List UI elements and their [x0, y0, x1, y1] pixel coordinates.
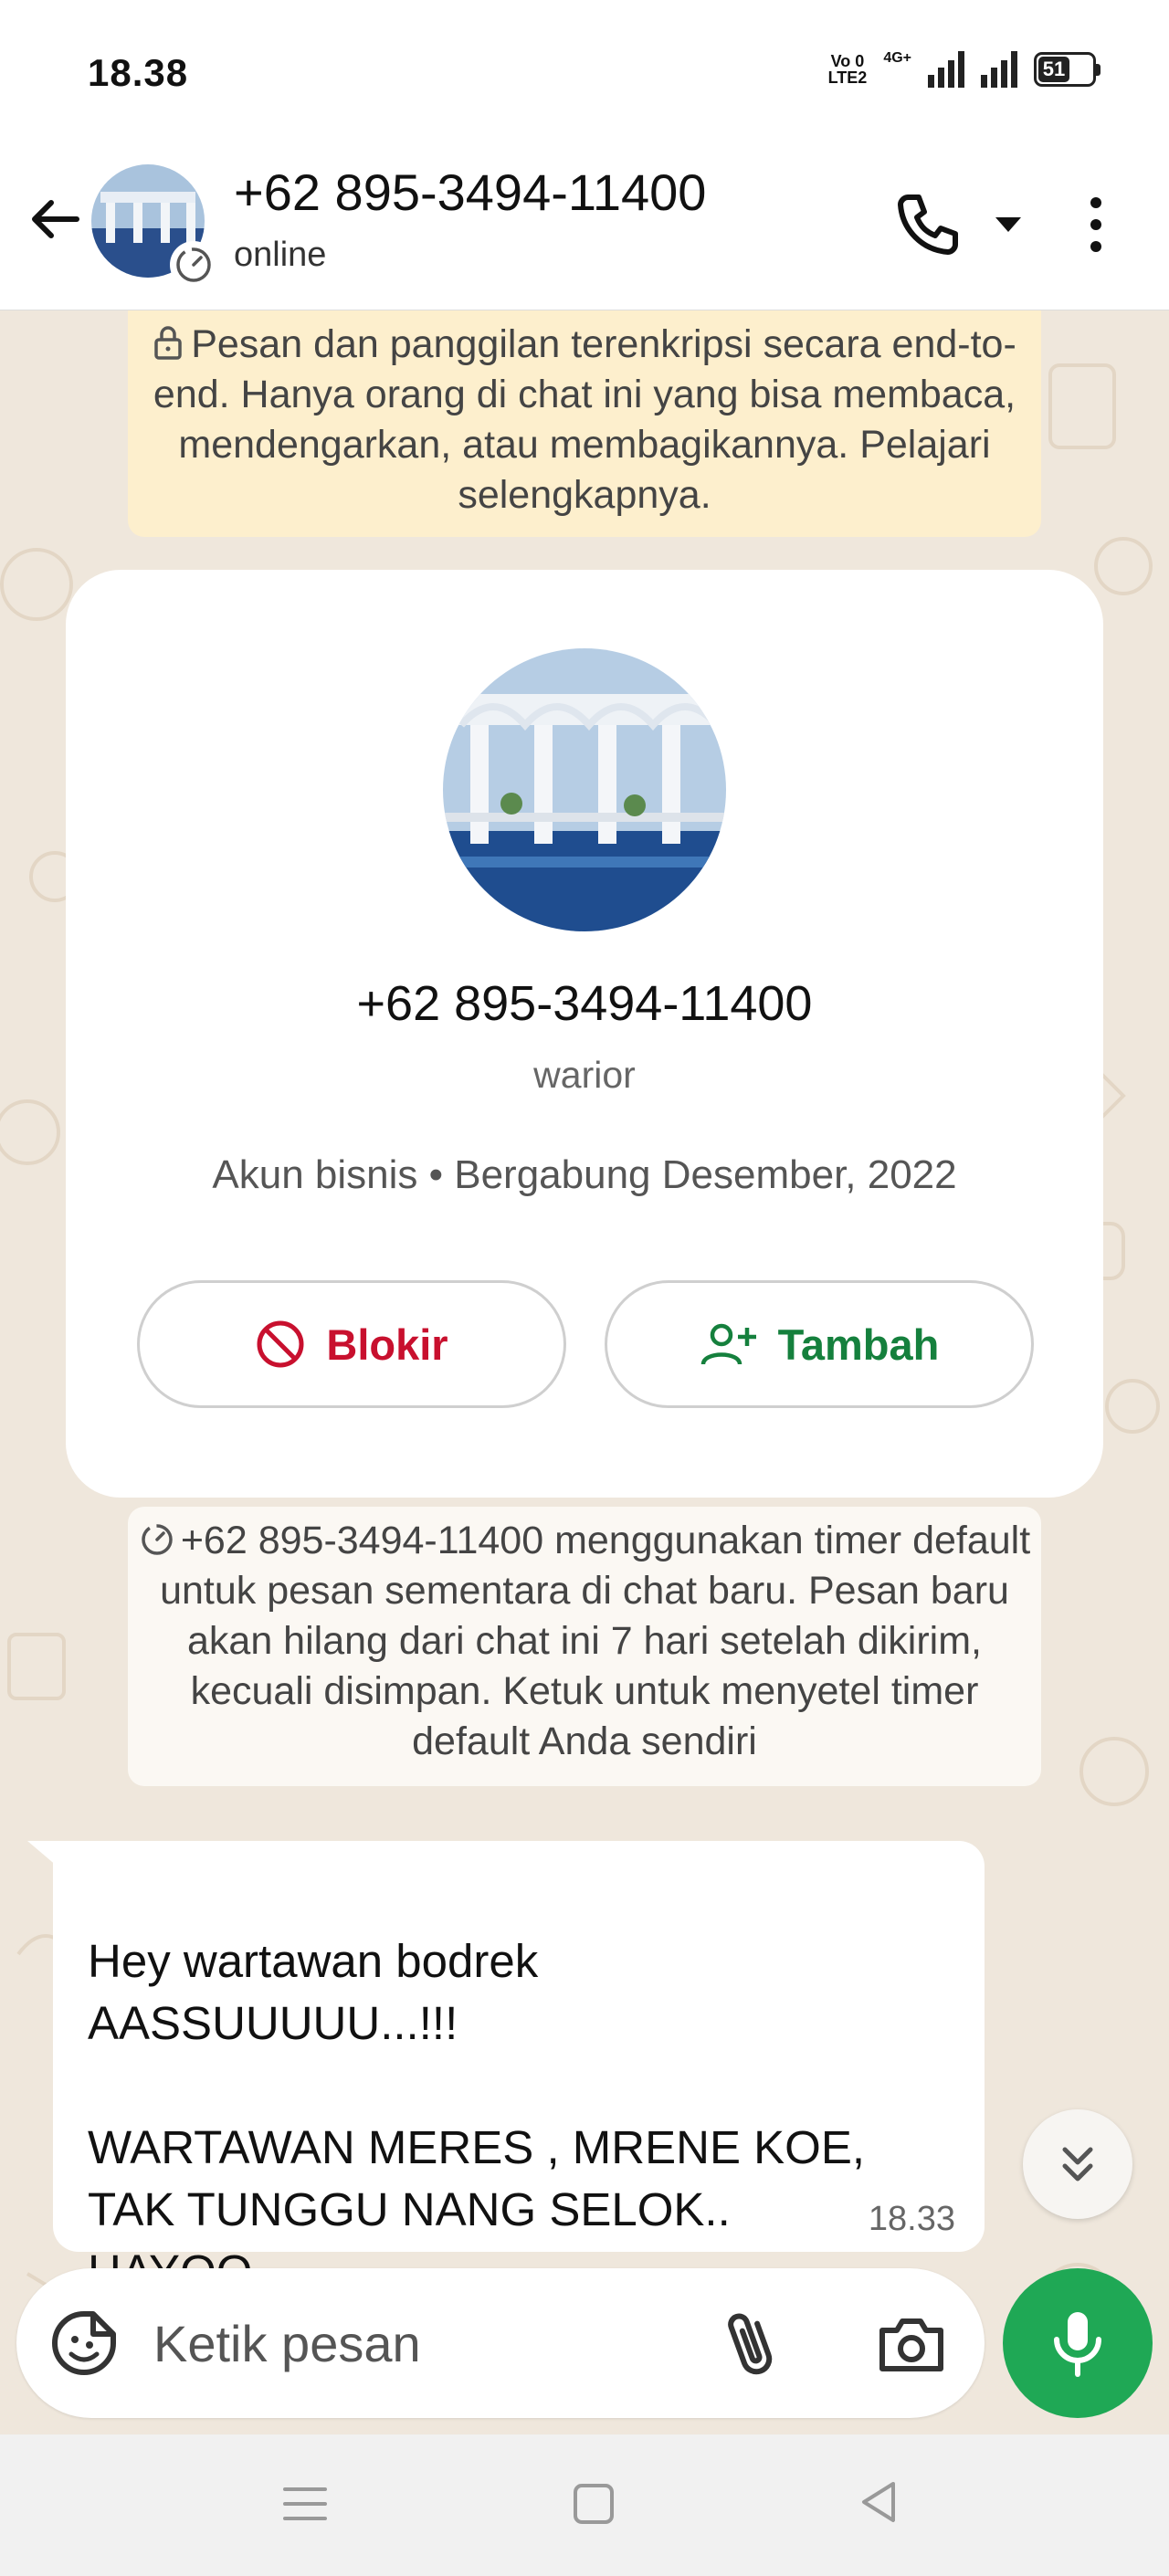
camera-icon[interactable] — [875, 2307, 948, 2380]
profile-name: warior — [533, 1054, 636, 1096]
caret-down-icon[interactable] — [992, 210, 1025, 237]
block-button[interactable]: Blokir — [137, 1280, 566, 1408]
add-contact-button[interactable]: Tambah — [605, 1280, 1034, 1408]
more-vert-icon[interactable] — [1079, 188, 1112, 261]
message-composer — [16, 2268, 985, 2418]
status-bar: 18.38 Vo 0 LTE2 4G+ 51 — [0, 0, 1169, 146]
add-button-label: Tambah — [777, 1320, 940, 1369]
disappearing-timer-notice[interactable]: +62 895-3494-11400 menggunakan timer def… — [128, 1507, 1041, 1786]
battery-level: 51 — [1038, 57, 1069, 82]
message-input[interactable] — [153, 2305, 701, 2381]
back-triangle-icon[interactable] — [853, 2476, 904, 2528]
system-nav-bar — [0, 2434, 1169, 2576]
profile-card: +62 895-3494-11400 warior Akun bisnis • … — [66, 570, 1103, 1498]
contact-status: online — [234, 236, 327, 274]
signal-icon-2 — [981, 51, 1017, 88]
encryption-notice[interactable]: Pesan dan panggilan terenkripsi secara e… — [128, 310, 1041, 537]
network-type: 4G+ — [883, 50, 911, 66]
incoming-message[interactable]: Hey wartawan bodrek AASSUUUUU...!!! WART… — [53, 1841, 985, 2297]
mic-button[interactable] — [1003, 2268, 1153, 2418]
battery-icon: 51 — [1034, 52, 1101, 87]
block-icon — [257, 1320, 304, 1368]
timer-notice-text: +62 895-3494-11400 menggunakan timer def… — [160, 1519, 1031, 1763]
phone-icon[interactable] — [891, 188, 964, 261]
profile-number: +62 895-3494-11400 — [356, 976, 813, 1031]
paperclip-icon[interactable] — [720, 2305, 784, 2381]
contact-name[interactable]: +62 895-3494-11400 — [234, 163, 706, 222]
encryption-notice-text: Pesan dan panggilan terenkripsi secara e… — [153, 322, 1016, 517]
chat-area[interactable]: Pesan dan panggilan terenkripsi secara e… — [0, 310, 1169, 2434]
chat-header: +62 895-3494-11400 online — [0, 146, 1169, 310]
signal-icon — [928, 51, 964, 88]
home-square-icon[interactable] — [570, 2480, 617, 2528]
status-time: 18.38 — [88, 51, 189, 94]
scroll-down-button[interactable] — [1023, 2109, 1132, 2219]
block-button-label: Blokir — [326, 1320, 448, 1369]
timer-icon — [170, 241, 217, 289]
status-icons: Vo 0 LTE2 4G+ 51 — [827, 50, 1101, 88]
volte-indicator: Vo 0 LTE2 — [827, 52, 868, 87]
message-text: Hey wartawan bodrek AASSUUUUU...!!! WART… — [88, 1935, 866, 2297]
double-chevron-down-icon — [1062, 2147, 1093, 2182]
message-time: 18.33 — [868, 2200, 955, 2238]
add-person-icon — [700, 1323, 756, 1365]
lock-icon — [154, 326, 182, 360]
back-arrow-icon[interactable] — [26, 190, 84, 248]
mic-icon — [1054, 2312, 1101, 2377]
profile-meta: Akun bisnis • Bergabung Desember, 2022 — [212, 1152, 957, 1197]
timer-icon — [142, 1524, 173, 1555]
menu-icon[interactable] — [279, 2478, 331, 2529]
sticker-icon[interactable] — [47, 2307, 121, 2380]
profile-photo[interactable] — [443, 648, 726, 931]
